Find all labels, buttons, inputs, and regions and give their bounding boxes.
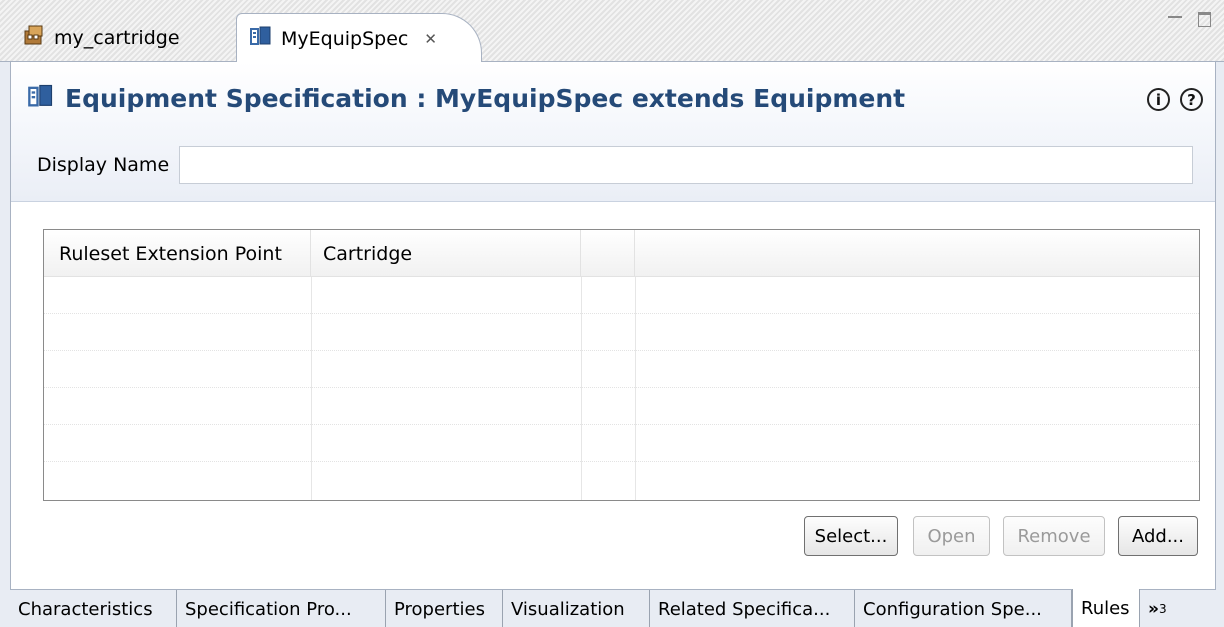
select-button[interactable]: Select...: [804, 516, 898, 556]
add-button[interactable]: Add...: [1118, 516, 1198, 556]
info-icon[interactable]: i: [1147, 88, 1170, 111]
tab-overflow-button[interactable]: » 3: [1140, 590, 1180, 627]
table-header: Ruleset Extension Point Cartridge: [44, 230, 1199, 277]
table-row[interactable]: [44, 462, 1199, 499]
tab-specification-properties[interactable]: Specification Pro...: [177, 590, 386, 627]
tab-label: MyEquipSpec: [281, 27, 409, 50]
minimize-icon: [1168, 16, 1182, 18]
title-row: Equipment Specification : MyEquipSpec ex…: [27, 82, 905, 115]
cartridge-icon: [22, 23, 46, 52]
table-row[interactable]: [44, 351, 1199, 388]
column-header-ruleset-extension-point[interactable]: Ruleset Extension Point: [44, 230, 311, 277]
maximize-button[interactable]: [1198, 12, 1214, 28]
window-controls: [1168, 12, 1214, 28]
header-actions: i ?: [1147, 88, 1203, 111]
tab-myequipspec[interactable]: MyEquipSpec ✕: [236, 13, 482, 63]
open-button[interactable]: Open: [913, 516, 990, 556]
column-divider: [311, 277, 312, 500]
table-buttons: Select... Open Remove Add...: [11, 516, 1215, 556]
table-row[interactable]: [44, 314, 1199, 351]
display-name-row: Display Name: [37, 146, 1194, 184]
page-tabs: Characteristics Specification Pro... Pro…: [10, 589, 1216, 627]
chevron-right-icon: »: [1148, 599, 1159, 619]
page-title: Equipment Specification : MyEquipSpec ex…: [65, 84, 906, 113]
maximize-icon: [1198, 12, 1211, 27]
minimize-button[interactable]: [1168, 12, 1184, 28]
tab-related-specifications[interactable]: Related Specifica...: [650, 590, 855, 627]
column-header-cartridge[interactable]: Cartridge: [311, 230, 581, 277]
column-divider: [635, 277, 636, 500]
ruleset-table: Ruleset Extension Point Cartridge: [43, 229, 1200, 501]
close-icon[interactable]: ✕: [424, 30, 437, 48]
display-name-field[interactable]: [179, 146, 1194, 184]
editor-tab-strip: my_cartridge MyEquipSpec ✕: [0, 0, 1224, 63]
tab-configuration-specifications[interactable]: Configuration Spe...: [855, 590, 1072, 627]
table-row[interactable]: [44, 425, 1199, 462]
equipment-spec-icon: [249, 24, 273, 53]
column-header-3[interactable]: [581, 230, 635, 277]
column-divider: [581, 277, 582, 500]
help-icon[interactable]: ?: [1180, 88, 1203, 111]
specification-editor: Equipment Specification : MyEquipSpec ex…: [10, 62, 1216, 627]
remove-button[interactable]: Remove: [1003, 516, 1105, 556]
tab-my-cartridge[interactable]: my_cartridge: [10, 13, 232, 62]
column-header-4[interactable]: [635, 230, 1199, 277]
tab-visualization[interactable]: Visualization: [503, 590, 650, 627]
tab-label: my_cartridge: [54, 26, 180, 49]
table-row[interactable]: [44, 277, 1199, 314]
tab-rules[interactable]: Rules: [1072, 589, 1140, 627]
equipment-spec-icon: [27, 82, 55, 115]
display-name-label: Display Name: [37, 154, 170, 176]
tab-characteristics[interactable]: Characteristics: [10, 590, 177, 627]
tab-properties[interactable]: Properties: [386, 590, 503, 627]
editor-header: Equipment Specification : MyEquipSpec ex…: [11, 62, 1215, 202]
table-row[interactable]: [44, 388, 1199, 425]
overflow-count: 3: [1158, 602, 1167, 616]
